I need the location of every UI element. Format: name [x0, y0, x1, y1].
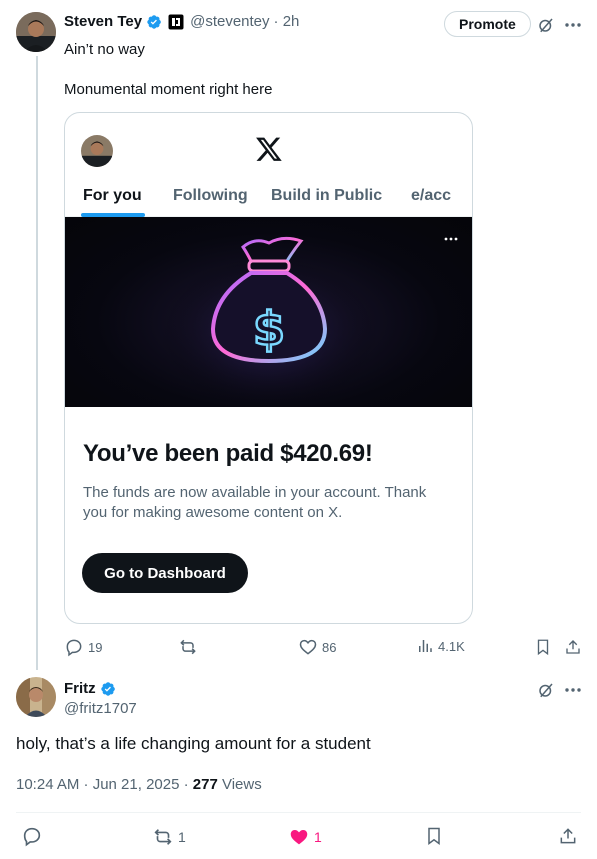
reply-avatar[interactable] — [16, 677, 56, 717]
like-count: 86 — [322, 639, 337, 655]
reply-icon — [66, 639, 82, 657]
reply-count: 19 — [88, 639, 103, 655]
money-bag-image: $ — [65, 217, 472, 407]
tab-for-you: For you — [83, 187, 142, 204]
reply-views-count: 277 — [192, 776, 218, 793]
reply-timestamp-row: 10:24 AM · Jun 21, 2025 · 277 Views — [16, 776, 262, 793]
tab-e-acc: e/acc — [411, 187, 452, 204]
post-text-line2: Monumental moment right here — [64, 81, 273, 98]
views-button[interactable]: 4.1K — [416, 637, 465, 655]
svg-text:$: $ — [253, 302, 285, 356]
reply-verified-badge-icon — [100, 681, 115, 696]
paid-body: The funds are now available in your acco… — [83, 484, 427, 521]
reply-button[interactable]: 19 — [64, 637, 102, 657]
embed-avatar-image — [81, 135, 113, 167]
reply-author-name[interactable]: Fritz — [64, 680, 96, 697]
bookmark-icon[interactable] — [533, 637, 553, 657]
post-time[interactable]: · 2h — [274, 13, 300, 30]
paid-title: You’ve been paid $420.69! — [83, 440, 373, 467]
embed-avatar — [81, 135, 113, 167]
reply-bookmark-icon[interactable] — [422, 824, 446, 848]
reply-text: holy, that’s a life changing amount for … — [16, 734, 371, 753]
more-options-icon[interactable] — [562, 15, 584, 35]
reply-reply-button[interactable] — [20, 824, 44, 848]
grok-icon[interactable] — [536, 15, 556, 35]
share-icon[interactable] — [563, 637, 583, 657]
reply-timestamp[interactable]: 10:24 AM · Jun 21, 2025 · — [16, 776, 193, 793]
post-text-line1: Ain’t no way — [64, 41, 145, 58]
divider — [16, 812, 581, 813]
verified-badge-icon — [147, 14, 161, 29]
reply-like-button[interactable]: 1 — [288, 826, 322, 848]
reply-grok-icon[interactable] — [536, 680, 556, 700]
reply-avatar-image — [16, 677, 56, 717]
embedded-image-card[interactable]: For you Following Build in Public e/acc — [64, 112, 473, 624]
repost-button[interactable] — [178, 637, 202, 657]
reply-views-label: Views — [217, 776, 262, 793]
avatar[interactable] — [16, 12, 56, 52]
like-icon — [299, 639, 317, 655]
money-bag-icon: $ — [159, 236, 379, 407]
reply-repost-icon — [154, 829, 172, 845]
thread-line — [36, 56, 38, 670]
go-to-dashboard-button: Go to Dashboard — [82, 553, 248, 593]
liked-heart-icon — [290, 829, 308, 845]
reply-repost-button[interactable]: 1 — [152, 826, 186, 848]
like-button[interactable]: 86 — [298, 637, 336, 657]
affiliate-badge-icon — [168, 14, 184, 29]
reply-more-options-icon[interactable] — [562, 680, 584, 700]
reply-reply-icon — [23, 827, 41, 847]
views-icon — [419, 640, 432, 652]
tab-build-in-public: Build in Public — [271, 187, 383, 204]
reply-repost-count: 1 — [178, 829, 186, 845]
views-count: 4.1K — [438, 638, 465, 654]
reply-share-icon[interactable] — [556, 824, 580, 848]
author-handle[interactable]: @steventey — [190, 13, 269, 30]
avatar-image — [16, 12, 56, 52]
x-logo-icon — [255, 135, 283, 163]
repost-icon — [180, 639, 196, 655]
embed-tab-bar: For you Following Build in Public e/acc — [65, 181, 472, 217]
tab-following: Following — [173, 187, 248, 204]
author-name[interactable]: Steven Tey — [64, 13, 142, 30]
reply-like-count: 1 — [314, 829, 322, 845]
promote-button[interactable]: Promote — [444, 11, 531, 37]
media-more-icon[interactable] — [443, 235, 459, 243]
reply-author-handle[interactable]: @fritz1707 — [64, 700, 137, 717]
